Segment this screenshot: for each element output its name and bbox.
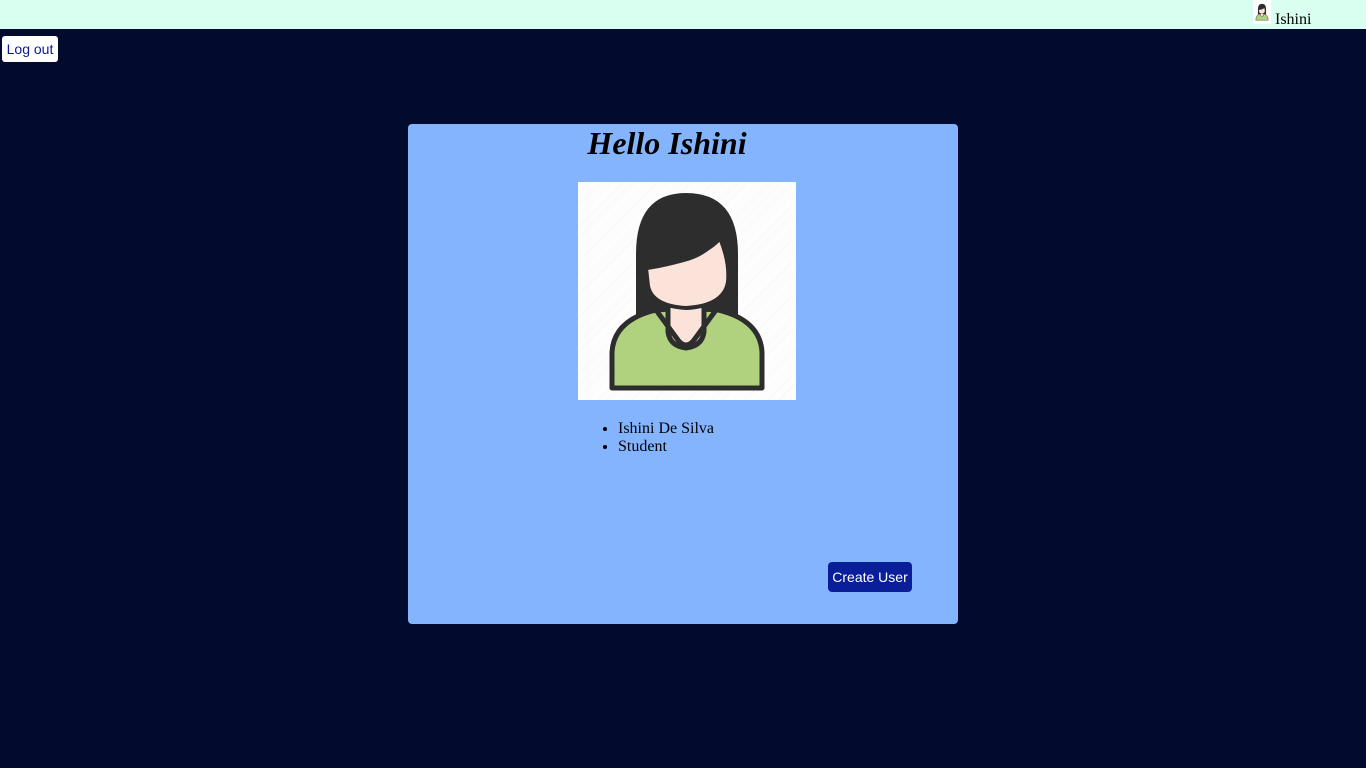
top-bar: Ishini xyxy=(0,0,1366,29)
create-user-button[interactable]: Create User xyxy=(828,562,912,592)
user-menu[interactable]: Ishini xyxy=(1253,0,1311,29)
female-avatar-icon xyxy=(1253,0,1271,24)
profile-details-list: Ishini De Silva Student xyxy=(578,420,714,456)
profile-role: Student xyxy=(618,438,714,456)
female-avatar-icon xyxy=(578,182,796,400)
logout-button[interactable]: Log out xyxy=(2,36,58,62)
topbar-username: Ishini xyxy=(1275,11,1312,28)
profile-full-name: Ishini De Silva xyxy=(618,420,714,438)
greeting-title: Hello Ishini xyxy=(587,125,747,161)
profile-card: Hello Ishini Ishini De Silva Student Cre… xyxy=(408,124,958,624)
